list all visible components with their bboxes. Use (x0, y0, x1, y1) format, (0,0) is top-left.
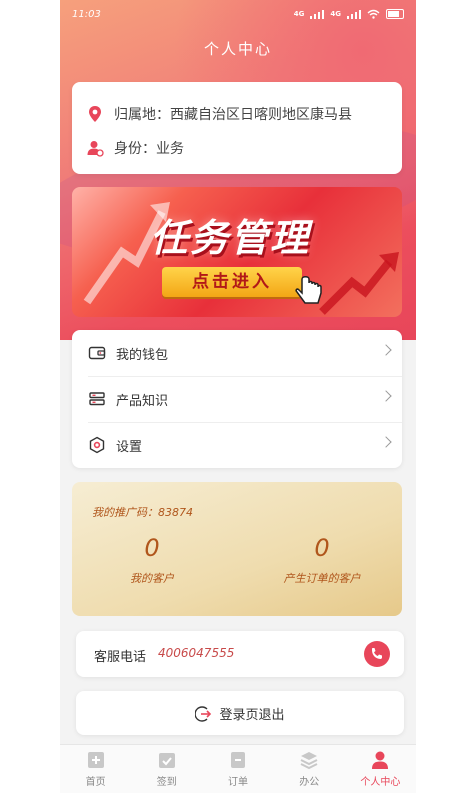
phone-icon (372, 648, 382, 659)
customer-service-row: 客服电话 4006047555 (76, 631, 404, 677)
my-customers-label: 我的客户 (130, 572, 174, 585)
gear-icon (89, 436, 105, 454)
chevron-right-icon (380, 390, 392, 402)
role-row: 身份： 业务 (86, 138, 184, 158)
checkin-icon (158, 753, 175, 768)
menu-item-wallet[interactable]: 我的钱包 (72, 330, 402, 376)
tab-checkin[interactable]: 签到 (131, 745, 202, 793)
task-management-banner[interactable]: 任务管理 点击进入 (72, 187, 402, 317)
my-customers-count: 0 (144, 534, 160, 562)
stack-icon (89, 392, 105, 406)
wallet-icon (88, 346, 106, 360)
enter-button[interactable]: 点击进入 (162, 267, 302, 297)
menu-list: 我的钱包 产品知识 设置 (72, 330, 402, 468)
status-time: 11:03 (72, 9, 101, 20)
tab-profile[interactable]: 个人中心 (345, 745, 416, 793)
order-customers-count: 0 (314, 534, 330, 562)
service-label: 客服电话 (94, 650, 147, 665)
order-icon (231, 752, 245, 768)
tab-label: 办公 (299, 777, 320, 788)
network-type-label: 4G (330, 10, 341, 18)
promo-code-label: 我的推广码： (92, 506, 158, 519)
phone-screen: 11:03 4G 4G 个人中心 归属地： 西藏自治区日喀则地区康马县 身份： … (60, 0, 416, 793)
signal-icon (310, 9, 325, 19)
tab-home[interactable]: 首页 (60, 745, 131, 793)
logout-inner: 登录页退出 (76, 704, 404, 723)
hand-pointer-icon (295, 276, 322, 304)
location-label: 归属地： (114, 107, 170, 123)
menu-item-label: 产品知识 (116, 393, 169, 409)
order-customers-label: 产生订单的客户 (283, 572, 361, 585)
banner-title: 任务管理 (150, 216, 311, 260)
promo-code: 我的推广码：83874 (92, 504, 193, 520)
call-button[interactable] (364, 641, 390, 667)
my-customers-stat[interactable]: 0 我的客户 (72, 534, 232, 586)
battery-icon (386, 9, 404, 19)
tab-label: 个人中心 (360, 777, 401, 788)
menu-item-settings[interactable]: 设置 (72, 422, 402, 468)
logout-icon (195, 705, 212, 722)
order-customers-stat[interactable]: 0 产生订单的客户 (242, 534, 402, 586)
logout-button[interactable]: 登录页退出 (76, 691, 404, 735)
role-value: 业务 (156, 141, 184, 157)
arrow-decoration-icon (319, 252, 399, 315)
signal-icon (347, 9, 361, 19)
home-icon (87, 752, 104, 768)
tab-label: 订单 (228, 777, 248, 788)
person-icon (372, 751, 389, 769)
service-phone: 4006047555 (158, 646, 235, 660)
tab-label: 首页 (85, 777, 106, 788)
network-type-label: 4G (293, 10, 305, 18)
page-title: 个人中心 (203, 40, 272, 58)
location-row: 归属地： 西藏自治区日喀则地区康马县 (86, 104, 352, 124)
location-value: 西藏自治区日喀则地区康马县 (170, 107, 352, 123)
status-bar: 11:03 4G 4G (72, 9, 404, 23)
chevron-right-icon (380, 344, 392, 356)
bottom-tab-bar: 首页 签到 订单 办公 个人中心 (60, 744, 416, 793)
location-pin-icon (89, 106, 101, 122)
office-icon (300, 752, 318, 770)
menu-item-label: 我的钱包 (116, 347, 169, 363)
promo-code-value: 83874 (158, 506, 193, 519)
tab-label: 签到 (156, 777, 177, 788)
logout-label: 登录页退出 (219, 708, 285, 723)
menu-item-label: 设置 (116, 439, 143, 455)
tab-office[interactable]: 办公 (274, 745, 345, 793)
wifi-icon (367, 9, 380, 19)
user-role-icon (87, 141, 104, 157)
profile-info-card: 归属地： 西藏自治区日喀则地区康马县 身份： 业务 (72, 82, 402, 174)
role-label: 身份： (114, 141, 156, 157)
menu-item-product-knowledge[interactable]: 产品知识 (72, 376, 402, 422)
promotion-card: 我的推广码：83874 0 我的客户 0 产生订单的客户 (72, 482, 402, 616)
chevron-right-icon (380, 436, 392, 448)
tab-orders[interactable]: 订单 (202, 745, 273, 793)
